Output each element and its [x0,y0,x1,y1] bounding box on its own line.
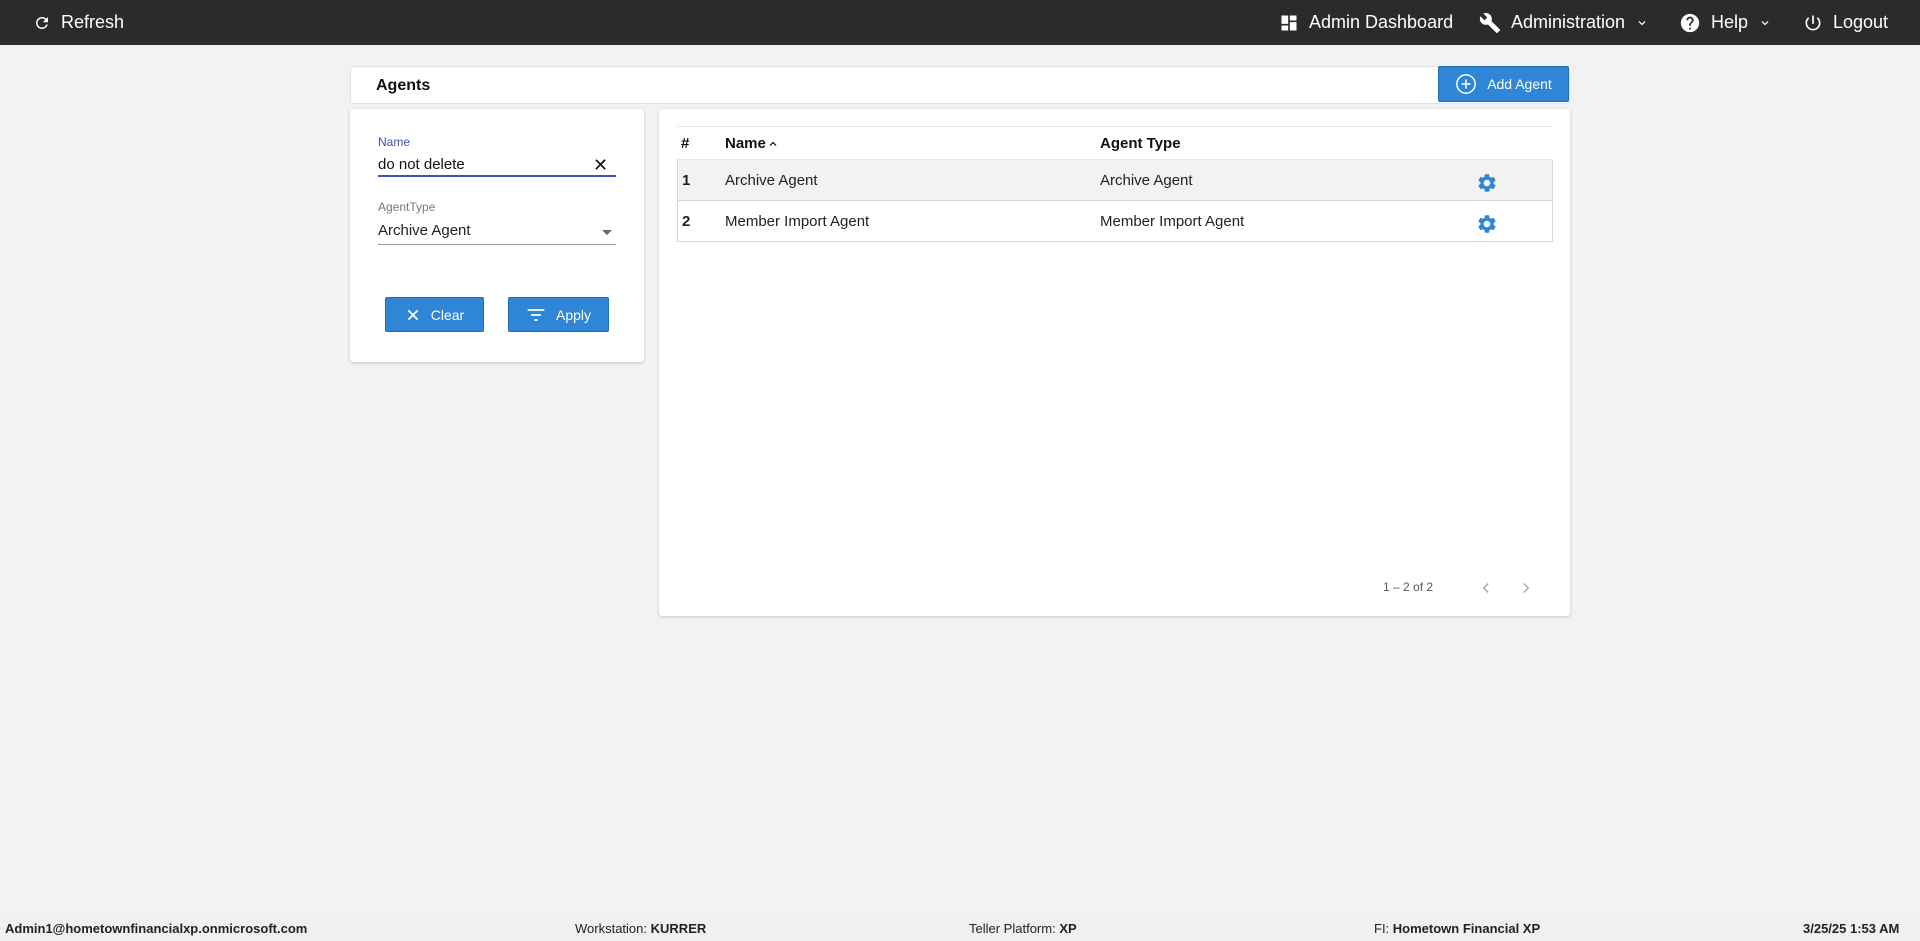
workstation-value: KURRER [650,921,707,936]
status-workstation: Workstation: KURRER [575,921,706,936]
admin-dashboard-label: Admin Dashboard [1309,12,1454,32]
logout-label: Logout [1833,12,1889,32]
filter-icon [527,308,545,321]
administration-label: Administration [1511,12,1626,32]
fi-value: Hometown Financial XP [1392,921,1541,936]
agent-type-select[interactable]: Archive Agent [378,219,616,245]
chevron-down-icon [1638,20,1646,25]
agents-table-panel: # Name Agent Type 1 Archive Agent Archiv… [659,109,1570,616]
chevron-left-icon [1482,582,1489,594]
column-header-name[interactable]: Name [725,135,780,152]
refresh-label: Refresh [61,12,125,32]
apply-button[interactable]: Apply [508,297,609,332]
platform-value: XP [1059,921,1077,936]
status-datetime: 3/25/25 1:53 AM [1803,921,1899,936]
wrench-icon [1479,12,1501,33]
admin-dashboard-link[interactable]: Admin Dashboard [1279,0,1453,45]
agent-type-value: Archive Agent [378,222,471,239]
status-fi: FI: Hometown Financial XP [1374,921,1540,936]
add-agent-button[interactable]: Add Agent [1438,66,1569,102]
table-row[interactable]: 1 Archive Agent Archive Agent [677,160,1553,201]
filter-panel: Name ✕ AgentType Archive Agent Clear App… [350,109,644,362]
previous-page-button[interactable] [1477,579,1495,602]
power-icon [1805,15,1821,30]
help-menu[interactable]: Help [1679,0,1772,45]
agents-header: Agents [350,66,1570,104]
close-icon[interactable]: ✕ [593,156,608,174]
row-type: Archive Agent [1100,172,1193,189]
workstation-label: Workstation: [575,921,648,936]
clear-button[interactable]: Clear [385,297,484,332]
sort-ascending-icon [769,141,777,146]
status-bar: Admin1@hometownfinancialxp.onmicrosoft.c… [0,915,1920,941]
row-number: 1 [682,172,691,189]
refresh-button[interactable]: Refresh [33,0,124,45]
agent-type-label: AgentType [378,200,436,214]
chevron-right-icon [1523,582,1530,594]
gear-icon[interactable] [1476,172,1498,198]
chevron-down-icon [1761,20,1769,25]
table-row[interactable]: 2 Member Import Agent Member Import Agen… [677,201,1553,242]
dropdown-arrow-icon [602,230,612,235]
user-value: Admin1@hometownfinancialxp.onmicrosoft.c… [5,921,308,936]
paginator-range: 1 – 2 of 2 [1383,580,1434,594]
row-type: Member Import Agent [1100,213,1245,230]
close-icon [407,309,419,320]
add-agent-label: Add Agent [1487,76,1552,92]
page-title: Agents [376,77,431,94]
platform-label: Teller Platform: [969,921,1056,936]
refresh-icon [36,16,48,29]
apply-label: Apply [555,306,592,323]
gear-icon[interactable] [1476,213,1498,239]
plus-circle-icon [1456,74,1477,94]
name-field-label: Name [378,135,411,149]
row-name: Archive Agent [725,172,818,189]
column-header-num: # [681,135,690,152]
status-platform: Teller Platform: XP [969,921,1077,936]
logout-button[interactable]: Logout [1803,0,1888,45]
row-name: Member Import Agent [725,213,870,230]
column-header-name-label: Name [725,135,766,152]
fi-label: FI: [1374,921,1390,936]
datetime-value: 3/25/25 1:53 AM [1803,921,1900,936]
help-icon [1680,13,1700,32]
table-header: # Name Agent Type [677,126,1553,160]
status-user: Admin1@hometownfinancialxp.onmicrosoft.c… [5,921,307,936]
column-header-type[interactable]: Agent Type [1100,135,1181,152]
next-page-button[interactable] [1517,579,1535,602]
top-navbar: Refresh Admin Dashboard Administration H… [0,0,1920,45]
name-filter-input[interactable] [378,153,616,177]
row-number: 2 [682,213,691,230]
dashboard-icon [1281,15,1297,30]
agents-table: # Name Agent Type 1 Archive Agent Archiv… [677,126,1553,242]
administration-menu[interactable]: Administration [1479,0,1649,45]
clear-label: Clear [430,306,465,323]
help-label: Help [1711,12,1749,32]
